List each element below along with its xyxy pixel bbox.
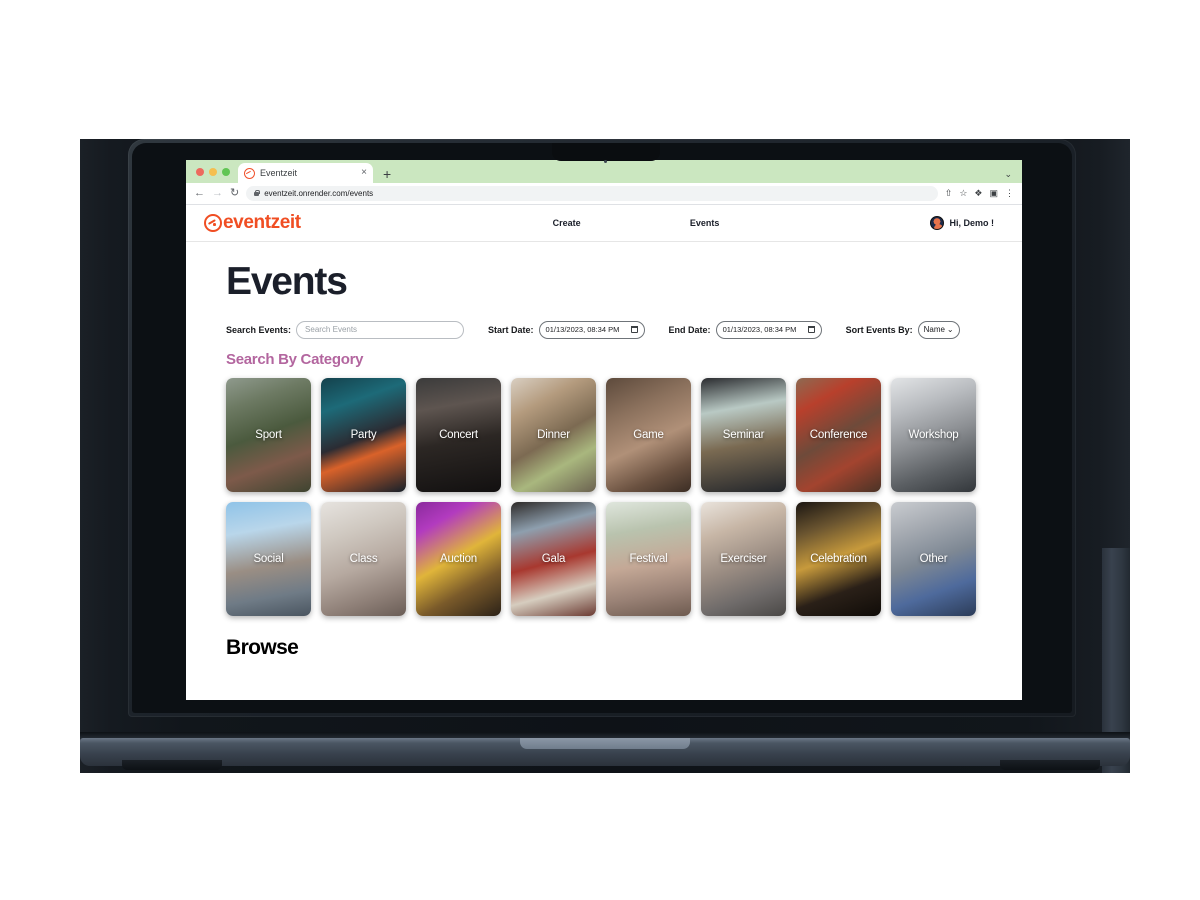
category-tile[interactable]: Social	[226, 501, 311, 616]
category-tile-label: Workshop	[908, 428, 959, 441]
search-events-group: Search Events: Search Events	[226, 320, 465, 339]
category-tile[interactable]: Workshop	[891, 377, 976, 492]
category-tile[interactable]: Other	[891, 501, 976, 616]
laptop-screen: Eventzeit × + ⌄ ← → ↻ eventzeit.onrender…	[186, 160, 1022, 700]
category-tile[interactable]: Auction	[416, 501, 501, 616]
sort-select[interactable]: Name ⌄	[917, 320, 960, 339]
address-bar-url: eventzeit.onrender.com/events	[264, 189, 374, 198]
category-tile[interactable]: Celebration	[796, 501, 881, 616]
category-tile[interactable]: Class	[321, 501, 406, 616]
category-tile-label: Auction	[440, 552, 477, 565]
new-tab-button[interactable]: +	[373, 167, 399, 183]
category-tile-label: Other	[919, 552, 948, 565]
site-logo[interactable]: eventzeit	[204, 212, 301, 234]
address-bar[interactable]: eventzeit.onrender.com/events	[246, 186, 938, 201]
category-tile-label: Festival	[629, 552, 668, 565]
category-tile-label: Social	[253, 552, 284, 565]
category-tile-label: Dinner	[537, 428, 570, 441]
avatar	[930, 216, 945, 230]
sort-events-group: Sort Events By: Name ⌄	[845, 320, 960, 339]
calendar-icon[interactable]	[630, 326, 638, 334]
category-tile-label: Concert	[439, 428, 478, 441]
category-tile[interactable]: Conference	[796, 377, 881, 492]
user-greeting: Hi, Demo !	[949, 218, 994, 228]
end-date-group: End Date: 01/13/2023, 08:34 PM	[668, 320, 822, 339]
laptop-mockup: Eventzeit × + ⌄ ← → ↻ eventzeit.onrender…	[0, 0, 1200, 900]
start-date-group: Start Date: 01/13/2023, 08:34 PM	[488, 320, 645, 339]
category-section-title: Search By Category	[226, 350, 364, 368]
site-header: eventzeit Create Events Hi, Demo !	[186, 205, 1022, 242]
category-tile-label: Game	[633, 428, 664, 441]
window-controls	[194, 160, 238, 183]
filter-bar: Search Events: Search Events Start Date:…	[226, 320, 982, 339]
minimize-window-button[interactable]	[209, 167, 217, 176]
category-tile-label: Sport	[255, 428, 282, 441]
category-tile[interactable]: Party	[321, 377, 406, 492]
category-tile[interactable]: Festival	[606, 501, 691, 616]
category-tile[interactable]: Gala	[511, 501, 596, 616]
overflow-menu-icon[interactable]: ⋮	[1005, 189, 1014, 198]
user-menu[interactable]: Hi, Demo !	[930, 216, 1004, 230]
category-tile[interactable]: Exerciser	[701, 501, 786, 616]
end-date-input[interactable]: 01/13/2023, 08:34 PM	[715, 320, 822, 339]
category-tile-label: Class	[349, 552, 378, 565]
maximize-window-button[interactable]	[222, 167, 230, 176]
category-tile-label: Exerciser	[720, 552, 767, 565]
laptop-base-notch	[520, 738, 690, 749]
forward-button[interactable]: →	[212, 188, 223, 199]
share-icon[interactable]: ⇧	[945, 189, 953, 198]
close-tab-icon[interactable]: ×	[361, 168, 367, 178]
calendar-icon[interactable]	[807, 326, 815, 334]
start-date-label: Start Date:	[488, 324, 534, 335]
category-tile[interactable]: Concert	[416, 377, 501, 492]
laptop-foot-right	[1000, 760, 1100, 770]
eventzeit-favicon-icon	[244, 167, 255, 179]
sort-events-label: Sort Events By:	[845, 324, 913, 335]
chevron-down-icon: ⌄	[946, 325, 954, 335]
tab-title: Eventzeit	[260, 168, 298, 178]
close-window-button[interactable]	[196, 167, 204, 176]
start-date-value: 01/13/2023, 08:34 PM	[545, 325, 620, 335]
browser-tab-strip: Eventzeit × + ⌄	[186, 160, 1022, 183]
category-tile-label: Celebration	[810, 552, 867, 565]
webcam-lens-icon	[604, 160, 607, 163]
browser-tab[interactable]: Eventzeit ×	[238, 163, 373, 183]
split-screen-icon[interactable]: ▣	[989, 189, 998, 198]
end-date-label: End Date:	[668, 324, 711, 335]
browse-title: Browse	[226, 635, 299, 659]
page-title: Events	[226, 260, 348, 303]
search-input[interactable]: Search Events	[296, 320, 465, 339]
eventzeit-logo-icon	[204, 214, 222, 232]
category-tile[interactable]: Dinner	[511, 377, 596, 492]
category-tile[interactable]: Game	[606, 377, 691, 492]
extensions-puzzle-icon[interactable]: ❖	[974, 189, 982, 198]
reload-button[interactable]: ↻	[230, 188, 239, 199]
page-body: Events Search Events: Search Events Star…	[186, 242, 1022, 660]
category-grid: Sport Party Concert Dinner Game Seminar Confer…	[226, 377, 982, 616]
main-navigation: Create Events	[341, 218, 931, 228]
browser-toolbar: ← → ↻ eventzeit.onrender.com/events ⇧ ☆ …	[186, 183, 1022, 205]
laptop-foot-left	[122, 760, 222, 770]
eventzeit-page: eventzeit Create Events Hi, Demo ! Event…	[186, 205, 1022, 700]
site-logo-text: eventzeit	[223, 212, 301, 233]
category-tile-label: Conference	[809, 428, 868, 441]
category-tile[interactable]: Sport	[226, 377, 311, 492]
bookmark-star-icon[interactable]: ☆	[959, 189, 967, 198]
lock-icon	[254, 189, 261, 196]
chevron-down-icon[interactable]: ⌄	[1004, 169, 1012, 180]
start-date-input[interactable]: 01/13/2023, 08:34 PM	[538, 320, 645, 339]
webcam-notch	[552, 143, 660, 161]
back-button[interactable]: ←	[194, 188, 205, 199]
category-tile-label: Party	[350, 428, 377, 441]
search-events-label: Search Events:	[226, 324, 292, 335]
nav-link-events[interactable]: Events	[636, 218, 774, 228]
nav-link-create[interactable]: Create	[498, 218, 636, 228]
category-tile[interactable]: Seminar	[701, 377, 786, 492]
category-tile-label: Gala	[541, 552, 566, 565]
sort-select-value: Name	[923, 325, 945, 335]
end-date-value: 01/13/2023, 08:34 PM	[722, 325, 797, 335]
category-tile-label: Seminar	[722, 428, 765, 441]
